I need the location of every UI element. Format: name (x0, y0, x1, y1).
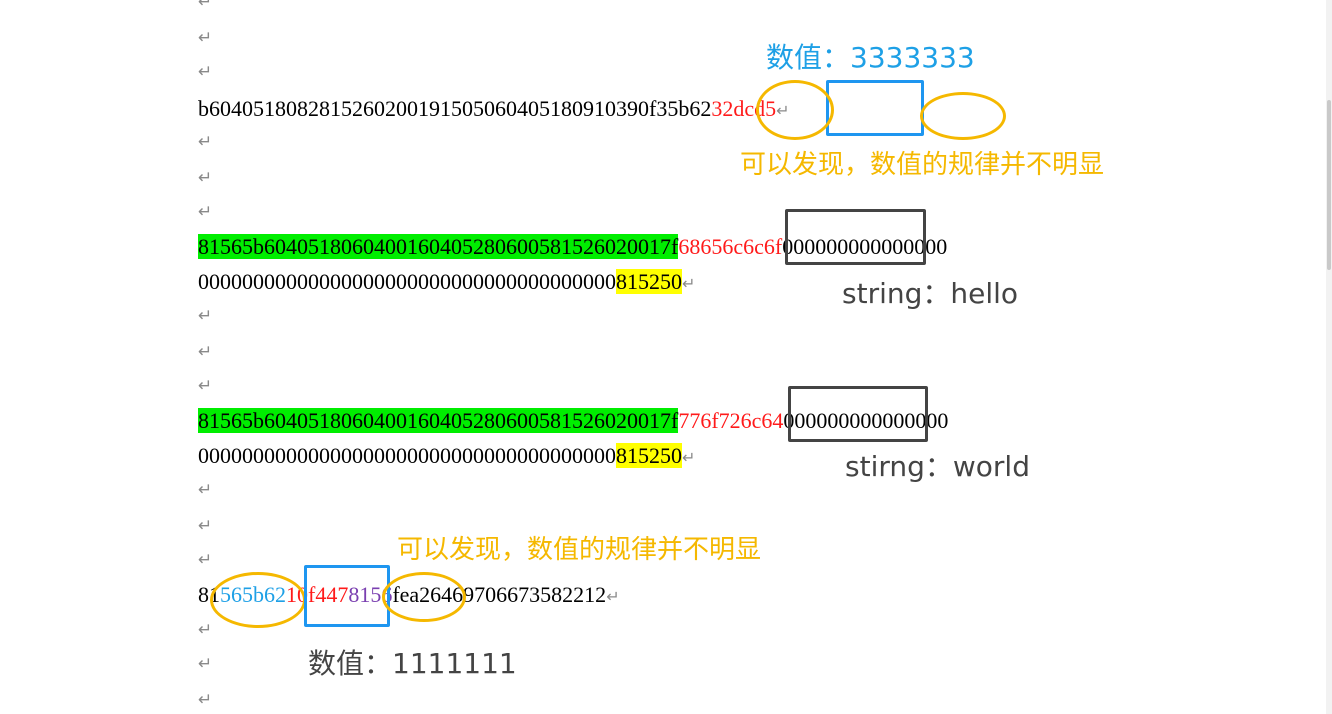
orange-oval-annotation (756, 80, 834, 140)
paragraph-mark: ↵ (198, 62, 213, 82)
value-label-bottom: 数值：1111111 (308, 647, 517, 680)
blue-box-annotation (304, 565, 390, 627)
paragraph-mark: ↵ (198, 550, 213, 570)
orange-oval-annotation (920, 92, 1006, 140)
bytecode-padding: 00000000000000000000000000000000000000 (198, 269, 616, 294)
vertical-scrollbar[interactable] (1326, 0, 1332, 714)
bytecode-yellow-highlight: 815250 (616, 269, 682, 294)
bytecode-string-hex: 776f726c64 (678, 408, 784, 433)
finding-note-2: 可以发现，数值的规律并不明显 (397, 535, 762, 565)
bytecode-yellow-highlight: 815250 (616, 443, 682, 468)
paragraph-mark: ↵ (198, 202, 213, 222)
orange-oval-annotation (382, 572, 466, 622)
finding-note-1: 可以发现，数值的规律并不明显 (740, 150, 1105, 180)
paragraph-mark: ↵ (198, 0, 213, 12)
paragraph-mark: ↵ (198, 306, 213, 326)
paragraph-mark: ↵ (606, 587, 620, 606)
paragraph-mark: ↵ (198, 28, 213, 48)
paragraph-mark: ↵ (198, 480, 213, 500)
gray-box-annotation (785, 209, 926, 265)
paragraph-mark: ↵ (198, 168, 213, 188)
bytecode-string-hex: 68656c6c6f (678, 234, 783, 259)
bytecode-line-3-continued: 0000000000000000000000000000000000000081… (198, 443, 695, 471)
bytecode-circled: 0f35b62 (638, 96, 712, 121)
bytecode-padding: 00000000000000000000000000000000000000 (198, 443, 616, 468)
bytecode-line-1: b604051808281526020019150506040518091039… (198, 96, 790, 124)
paragraph-mark: ↵ (198, 342, 213, 362)
gray-box-annotation (788, 386, 928, 442)
bytecode-line-2-continued: 0000000000000000000000000000000000000081… (198, 269, 695, 297)
document-page: ↵ ↵ ↵ ↵ ↵ ↵ ↵ ↵ ↵ ↵ ↵ ↵ ↵ ↵ ↵ b604051808… (0, 0, 1332, 714)
paragraph-mark: ↵ (198, 516, 213, 536)
paragraph-mark: ↵ (198, 132, 213, 152)
scrollbar-thumb[interactable] (1327, 100, 1331, 270)
paragraph-mark: ↵ (198, 654, 213, 674)
paragraph-mark: ↵ (198, 620, 213, 640)
paragraph-mark: ↵ (198, 690, 213, 710)
paragraph-mark: ↵ (682, 274, 696, 293)
blue-box-annotation (826, 80, 924, 136)
paragraph-mark: ↵ (682, 448, 696, 467)
value-label-top: 数值：3333333 (766, 41, 975, 74)
paragraph-mark: ↵ (198, 376, 213, 396)
orange-oval-annotation (210, 572, 306, 628)
bytecode-green-highlight: 81565b6040518060400160405280600581526020… (198, 234, 679, 259)
string-label-hello: string：hello (842, 277, 1019, 310)
string-label-world: stirng：world (845, 450, 1030, 483)
bytecode-green-highlight: 81565b6040518060400160405280600581526020… (198, 408, 679, 433)
bytecode-plain: b604051808281526020019150506040518091039 (198, 96, 638, 121)
